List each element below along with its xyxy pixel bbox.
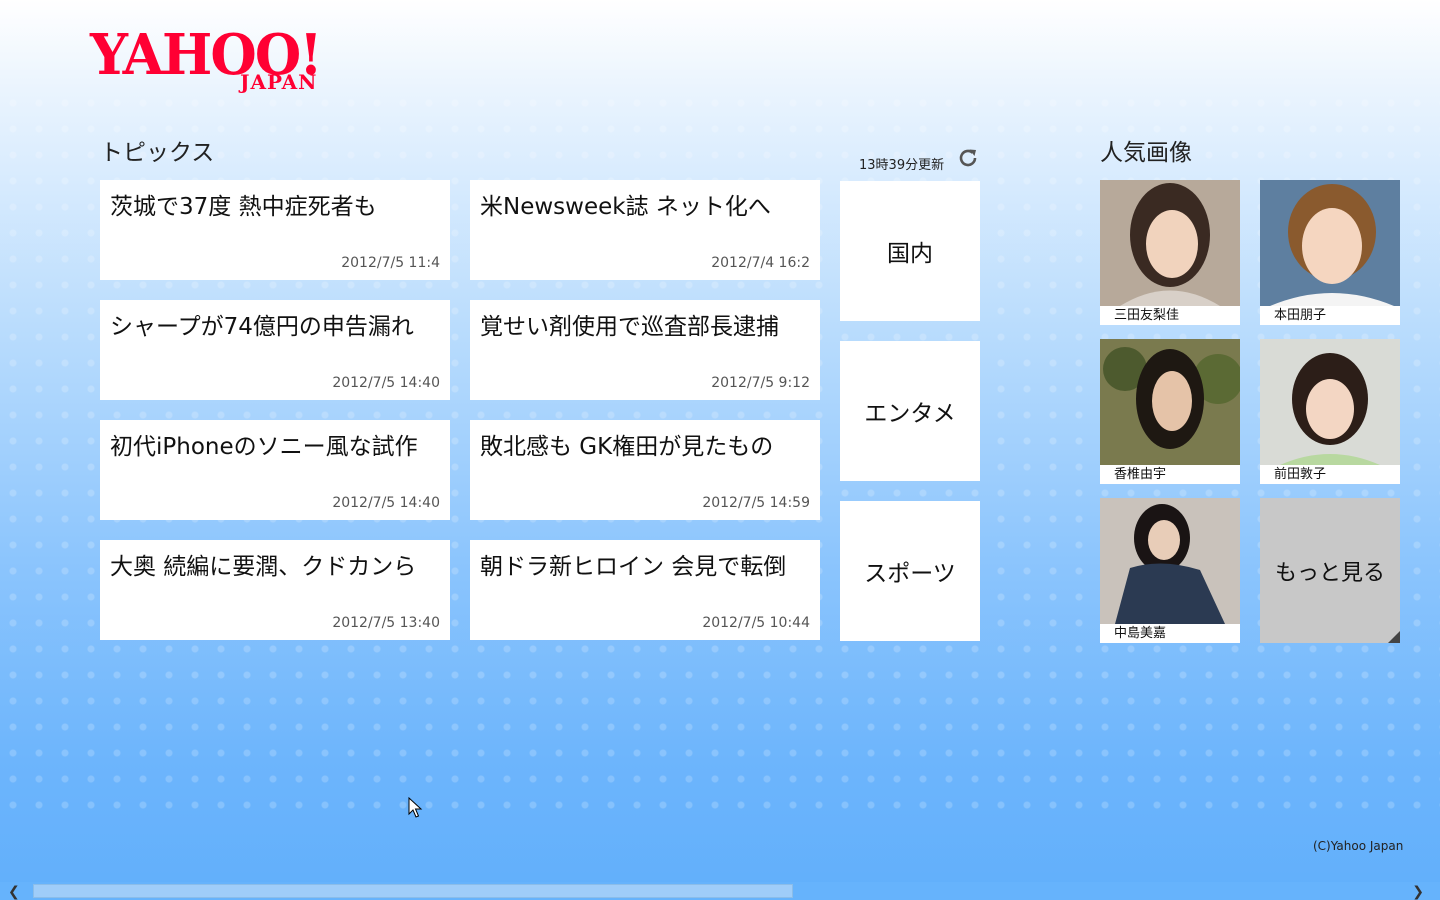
news-card[interactable]: 敗北感も GK権田が見たもの 2012/7/5 14:59 xyxy=(470,420,820,520)
news-card[interactable]: 茨城で37度 熱中症死者も 2012/7/5 11:4 xyxy=(100,180,450,280)
news-headline: 茨城で37度 熱中症死者も xyxy=(110,194,377,220)
topics-title: トピックス xyxy=(100,140,215,166)
portrait-photo xyxy=(1100,339,1240,465)
update-time: 13時39分更新 xyxy=(859,158,945,173)
popular-image-tile[interactable]: 前田敦子 xyxy=(1260,339,1400,484)
news-date: 2012/7/5 10:44 xyxy=(702,615,810,631)
news-headline: 初代iPhoneのソニー風な試作 xyxy=(110,434,418,460)
more-images-label: もっと見る xyxy=(1274,560,1385,586)
news-date: 2012/7/4 16:2 xyxy=(711,255,810,271)
news-card[interactable]: 覚せい剤使用で巡査部長逮捕 2012/7/5 9:12 xyxy=(470,300,820,400)
yahoo-japan-logo[interactable]: YAHOO! JAPAN xyxy=(90,26,350,98)
news-date: 2012/7/5 11:4 xyxy=(341,255,440,271)
portrait-photo xyxy=(1260,339,1400,465)
scroll-right-arrow-icon[interactable]: ❯ xyxy=(1412,884,1424,900)
news-card[interactable]: 大奥 続編に要潤、クドカンら 2012/7/5 13:40 xyxy=(100,540,450,640)
news-date: 2012/7/5 9:12 xyxy=(711,375,810,391)
popular-image-tile[interactable]: 本田朋子 xyxy=(1260,180,1400,325)
news-headline: 敗北感も GK権田が見たもの xyxy=(480,434,774,460)
news-headline: 朝ドラ新ヒロイン 会見で転倒 xyxy=(480,554,787,580)
scrollbar-thumb[interactable] xyxy=(33,884,793,898)
popular-images-title: 人気画像 xyxy=(1100,140,1192,166)
news-card[interactable]: 初代iPhoneのソニー風な試作 2012/7/5 14:40 xyxy=(100,420,450,520)
news-headline: シャープが74億円の申告漏れ xyxy=(110,314,414,340)
corner-triangle-icon xyxy=(1388,631,1400,643)
portrait-photo xyxy=(1100,180,1240,306)
portrait-photo xyxy=(1260,180,1400,306)
news-date: 2012/7/5 14:40 xyxy=(332,375,440,391)
image-caption: 前田敦子 xyxy=(1274,467,1327,482)
popular-image-tile[interactable]: 三田友梨佳 xyxy=(1100,180,1240,325)
portrait-photo xyxy=(1100,498,1240,624)
news-date: 2012/7/5 14:40 xyxy=(332,495,440,511)
category-entertainment[interactable]: エンタメ xyxy=(840,341,980,481)
mouse-cursor-icon xyxy=(408,797,423,818)
category-domestic[interactable]: 国内 xyxy=(840,181,980,321)
refresh-icon[interactable] xyxy=(956,146,980,170)
more-images-button[interactable]: もっと見る xyxy=(1260,498,1400,643)
image-caption: 本田朋子 xyxy=(1274,308,1327,323)
news-card[interactable]: 米Newsweek誌 ネット化へ 2012/7/4 16:2 xyxy=(470,180,820,280)
logo-subtext: JAPAN xyxy=(240,70,318,94)
popular-image-tile[interactable]: 香椎由宇 xyxy=(1100,339,1240,484)
horizontal-scrollbar[interactable]: ❮ ❯ xyxy=(0,882,1440,900)
news-card[interactable]: 朝ドラ新ヒロイン 会見で転倒 2012/7/5 10:44 xyxy=(470,540,820,640)
image-caption: 香椎由宇 xyxy=(1114,467,1167,482)
news-headline: 覚せい剤使用で巡査部長逮捕 xyxy=(480,314,779,340)
scroll-left-arrow-icon[interactable]: ❮ xyxy=(8,884,20,900)
news-card[interactable]: シャープが74億円の申告漏れ 2012/7/5 14:40 xyxy=(100,300,450,400)
news-headline: 米Newsweek誌 ネット化へ xyxy=(480,194,771,220)
image-caption: 中島美嘉 xyxy=(1114,626,1167,641)
copyright-text: (C)Yahoo Japan xyxy=(1313,839,1404,853)
news-date: 2012/7/5 14:59 xyxy=(702,495,810,511)
news-date: 2012/7/5 13:40 xyxy=(332,615,440,631)
image-caption: 三田友梨佳 xyxy=(1114,308,1180,323)
popular-image-tile[interactable]: 中島美嘉 xyxy=(1100,498,1240,643)
category-sports[interactable]: スポーツ xyxy=(840,501,980,641)
news-headline: 大奥 続編に要潤、クドカンら xyxy=(110,554,417,580)
